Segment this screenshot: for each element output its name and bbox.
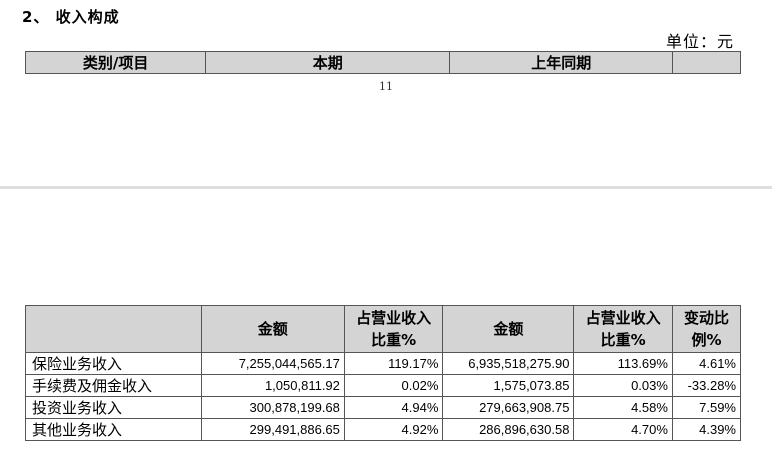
table-row: 保险业务收入 7,255,044,565.17 119.17% 6,935,51…: [25, 352, 742, 375]
cell-current-amount: 1,050,811.92: [200, 374, 345, 397]
header-cell: 变动比例%: [671, 305, 742, 353]
cell-current-amount: 299,491,886.65: [200, 418, 345, 441]
cell-current-pct: 4.92%: [343, 418, 444, 441]
header-current-period: 本期: [205, 51, 451, 74]
cell-current-pct: 0.02%: [343, 374, 444, 397]
cell-prior-amount: 279,663,908.75: [442, 396, 575, 419]
row-label: 投资业务收入: [25, 396, 202, 419]
row-label: 手续费及佣金收入: [25, 374, 202, 397]
cell-prior-amount: 6,935,518,275.90: [442, 352, 575, 375]
table-header-row: 金额 占营业收入比重% 金额 占营业收入比重% 变动比例%: [25, 305, 742, 353]
table-row: 手续费及佣金收入 1,050,811.92 0.02% 1,575,073.85…: [25, 374, 742, 397]
period-header-table: 类别/项目 本期 上年同期: [24, 51, 741, 74]
income-table: 金额 占营业收入比重% 金额 占营业收入比重% 变动比例% 保险业务收入 7,2…: [25, 305, 742, 441]
cell-change: 4.61%: [671, 352, 742, 375]
cell-change: 7.59%: [671, 396, 742, 419]
header-category: 类别/项目: [24, 51, 207, 74]
row-label: 保险业务收入: [25, 352, 202, 375]
cell-prior-pct: 4.70%: [573, 418, 673, 441]
cell-current-amount: 7,255,044,565.17: [200, 352, 345, 375]
unit-label: 单位：元: [665, 32, 734, 51]
cell-current-amount: 300,878,199.68: [200, 396, 345, 419]
cell-change: -33.28%: [671, 374, 742, 397]
table-row: 其他业务收入 299,491,886.65 4.92% 286,896,630.…: [25, 418, 742, 441]
header-blank: [672, 51, 741, 74]
cell-prior-pct: 0.03%: [573, 374, 673, 397]
page-number: 11: [379, 80, 393, 93]
header-cell: 占营业收入比重%: [573, 305, 673, 353]
row-label: 其他业务收入: [25, 418, 202, 441]
cell-prior-amount: 1,575,073.85: [442, 374, 575, 397]
header-cell: 金额: [442, 305, 575, 353]
cell-prior-amount: 286,896,630.58: [442, 418, 575, 441]
header-cell: 金额: [200, 305, 345, 353]
cell-prior-pct: 4.58%: [573, 396, 673, 419]
header-cell: [25, 305, 202, 353]
header-prior-period: 上年同期: [449, 51, 674, 74]
page-separator: [0, 186, 772, 189]
cell-change: 4.39%: [671, 418, 742, 441]
cell-prior-pct: 113.69%: [573, 352, 673, 375]
table-row: 投资业务收入 300,878,199.68 4.94% 279,663,908.…: [25, 396, 742, 419]
section-title: 2、 收入构成: [22, 8, 120, 26]
cell-current-pct: 4.94%: [343, 396, 444, 419]
header-cell: 占营业收入比重%: [343, 305, 444, 353]
cell-current-pct: 119.17%: [343, 352, 444, 375]
